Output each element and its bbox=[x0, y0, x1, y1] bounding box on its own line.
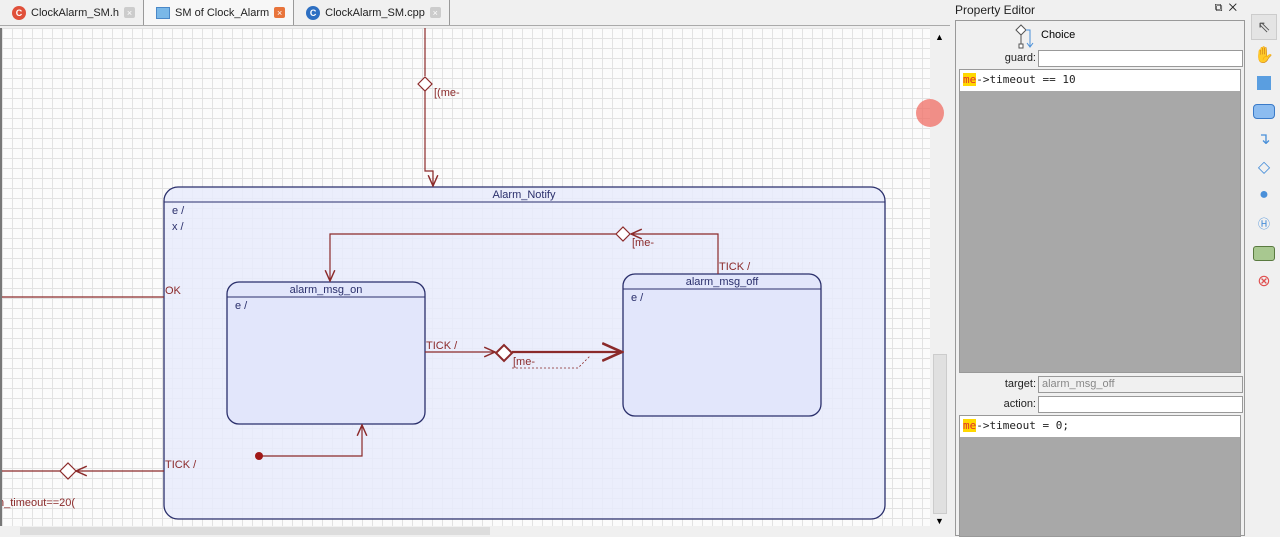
guard-on: [me- bbox=[513, 356, 535, 368]
superstate-exit: x / bbox=[172, 221, 185, 233]
tab-label: ClockAlarm_SM.cpp bbox=[325, 6, 425, 19]
superstate-entry: e / bbox=[172, 205, 185, 217]
float-icon[interactable]: ⧉ bbox=[1215, 2, 1223, 14]
initial-pseudostate bbox=[255, 452, 263, 460]
guard-off: [me- bbox=[632, 237, 654, 249]
target-label: target: bbox=[1004, 378, 1036, 390]
horizontal-scrollbar[interactable] bbox=[0, 526, 930, 536]
history-icon[interactable]: Ⓗ bbox=[1251, 210, 1277, 236]
panel-title: Property Editor bbox=[955, 3, 1036, 17]
guard-code-editor[interactable]: me->timeout == 10 bbox=[959, 69, 1241, 373]
transition-into-superstate[interactable] bbox=[424, 91, 433, 186]
click-state-icon[interactable] bbox=[1251, 70, 1277, 96]
tab-sm-clock-alarm[interactable]: SM of Clock_Alarm × bbox=[144, 0, 295, 25]
state-alarm-msg-on[interactable]: alarm_msg_on e / bbox=[226, 281, 426, 425]
transition-icon[interactable]: ↴ bbox=[1251, 126, 1277, 152]
code-keyword: me bbox=[963, 419, 977, 432]
scroll-down-icon[interactable]: ▼ bbox=[935, 516, 944, 526]
tab-label: ClockAlarm_SM.h bbox=[31, 6, 120, 19]
state-icon[interactable] bbox=[1251, 98, 1277, 124]
diagram-canvas[interactable]: Alarm_Notify e / x / alarm_msg_on e / al… bbox=[0, 28, 930, 526]
state-entry: e / bbox=[631, 292, 644, 304]
tick-outer-label: TICK / bbox=[165, 459, 197, 471]
mouse-cursor-highlight bbox=[916, 99, 944, 127]
code-text: ->timeout = 0; bbox=[976, 419, 1069, 432]
state-alarm-msg-off[interactable]: alarm_msg_off e / bbox=[622, 273, 822, 417]
close-icon[interactable]: × bbox=[274, 7, 286, 18]
code-text: ->timeout == 10 bbox=[976, 73, 1076, 86]
tick-on-label: TICK / bbox=[426, 340, 458, 352]
guard-field[interactable] bbox=[1038, 50, 1243, 67]
terminate-icon[interactable]: ⊗ bbox=[1251, 268, 1277, 294]
superstate-name: Alarm_Notify bbox=[493, 189, 556, 201]
scroll-thumb[interactable] bbox=[933, 354, 947, 514]
tab-bar: C ClockAlarm_SM.h × SM of Clock_Alarm × C Cl… bbox=[0, 0, 950, 26]
action-field[interactable] bbox=[1038, 396, 1243, 413]
state-machine-icon bbox=[156, 6, 171, 19]
cpp-file-icon: C bbox=[306, 5, 321, 20]
choice-icon bbox=[1015, 24, 1034, 49]
state-name: alarm_msg_on bbox=[290, 284, 363, 296]
c-header-icon: C bbox=[12, 5, 26, 20]
state-entry: e / bbox=[235, 300, 248, 312]
close-icon[interactable]: ✕ bbox=[1229, 2, 1237, 14]
close-icon[interactable]: × bbox=[429, 7, 441, 18]
tool-palette: ⇖ ✋ ↴ ◇ ● Ⓗ ⊗ bbox=[1247, 0, 1280, 536]
tab-label: SM of Clock_Alarm bbox=[175, 6, 270, 19]
state-name: alarm_msg_off bbox=[686, 276, 759, 288]
close-icon[interactable]: × bbox=[124, 7, 136, 18]
target-field[interactable]: alarm_msg_off bbox=[1038, 376, 1243, 393]
action-code-editor[interactable]: me->timeout = 0; bbox=[959, 415, 1241, 537]
action-label: action: bbox=[1003, 398, 1036, 410]
initial-icon[interactable]: ● bbox=[1251, 182, 1277, 208]
hscroll-thumb[interactable] bbox=[20, 527, 490, 535]
tick-off-label: TICK / bbox=[719, 261, 751, 273]
code-keyword: me bbox=[963, 73, 977, 86]
tab-clockalarm-h[interactable]: C ClockAlarm_SM.h × bbox=[0, 0, 145, 25]
element-type: Choice bbox=[1041, 29, 1076, 41]
guard-top: [(me- bbox=[434, 87, 460, 99]
tab-clockalarm-cpp[interactable]: C ClockAlarm_SM.cpp × bbox=[294, 0, 450, 25]
scroll-up-icon[interactable]: ▲ bbox=[935, 32, 944, 42]
choice-outer[interactable] bbox=[59, 462, 77, 480]
outer-guard: n_timeout==20( bbox=[0, 497, 75, 509]
hand-icon[interactable]: ✋ bbox=[1251, 42, 1277, 68]
pointer-icon[interactable]: ⇖ bbox=[1251, 14, 1277, 40]
submachine-icon[interactable] bbox=[1251, 240, 1277, 266]
guard-label: guard: bbox=[1004, 52, 1036, 64]
property-editor: Property Editor ⧉ ✕ Choice guard: me->ti… bbox=[950, 0, 1245, 537]
ok-label: OK bbox=[165, 285, 182, 297]
choice-top[interactable] bbox=[417, 76, 433, 92]
choice-tool-icon[interactable]: ◇ bbox=[1251, 154, 1277, 180]
